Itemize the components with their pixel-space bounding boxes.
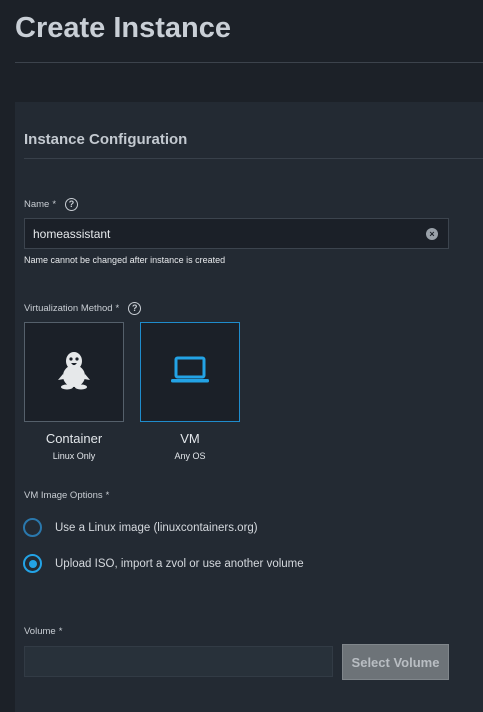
radio-label: Use a Linux image (linuxcontainers.org)	[55, 521, 258, 534]
help-icon[interactable]: ?	[65, 198, 79, 211]
container-option-card[interactable]	[24, 322, 124, 422]
volume-label: Volume *	[24, 626, 62, 637]
laptop-icon	[170, 355, 210, 390]
clear-icon[interactable]: ×	[426, 228, 438, 240]
name-hint: Name cannot be changed after instance is…	[24, 255, 226, 265]
select-volume-button[interactable]: Select Volume	[342, 644, 449, 680]
name-label-text: Name	[24, 199, 50, 210]
section-divider	[24, 158, 483, 159]
required-marker: *	[115, 303, 120, 314]
required-marker: *	[52, 199, 57, 210]
vm-option-subtitle: Any OS	[174, 451, 206, 461]
form-card: Instance Configuration Name * ? homeassi…	[15, 102, 483, 712]
virtualization-label: Virtualization Method * ?	[24, 302, 142, 315]
container-option-subtitle: Linux Only	[52, 451, 96, 461]
linux-penguin-icon	[57, 350, 91, 395]
name-input-value: homeassistant	[33, 226, 111, 241]
name-input[interactable]: homeassistant ×	[24, 218, 449, 249]
radio-upload-iso[interactable]: Upload ISO, import a zvol or use another…	[23, 554, 304, 573]
vm-option-name: VM	[180, 431, 200, 446]
radio-button[interactable]	[23, 554, 42, 573]
radio-label: Upload ISO, import a zvol or use another…	[55, 557, 304, 570]
virtualization-label-text: Virtualization Method	[24, 303, 113, 314]
volume-input[interactable]	[24, 646, 333, 677]
help-icon[interactable]: ?	[128, 302, 142, 315]
volume-label-text: Volume	[24, 626, 56, 637]
vm-image-label-text: VM Image Options	[24, 490, 103, 501]
required-marker: *	[105, 490, 110, 501]
name-label: Name * ?	[24, 198, 79, 211]
radio-linux-image[interactable]: Use a Linux image (linuxcontainers.org)	[23, 518, 258, 537]
title-divider	[15, 62, 483, 63]
vm-option-card[interactable]	[140, 322, 240, 422]
container-option-name: Container	[45, 431, 103, 446]
section-title: Instance Configuration	[24, 131, 188, 148]
required-marker: *	[58, 626, 63, 637]
vm-image-label: VM Image Options *	[24, 490, 109, 501]
radio-button[interactable]	[23, 518, 42, 537]
page-title: Create Instance	[15, 12, 231, 44]
